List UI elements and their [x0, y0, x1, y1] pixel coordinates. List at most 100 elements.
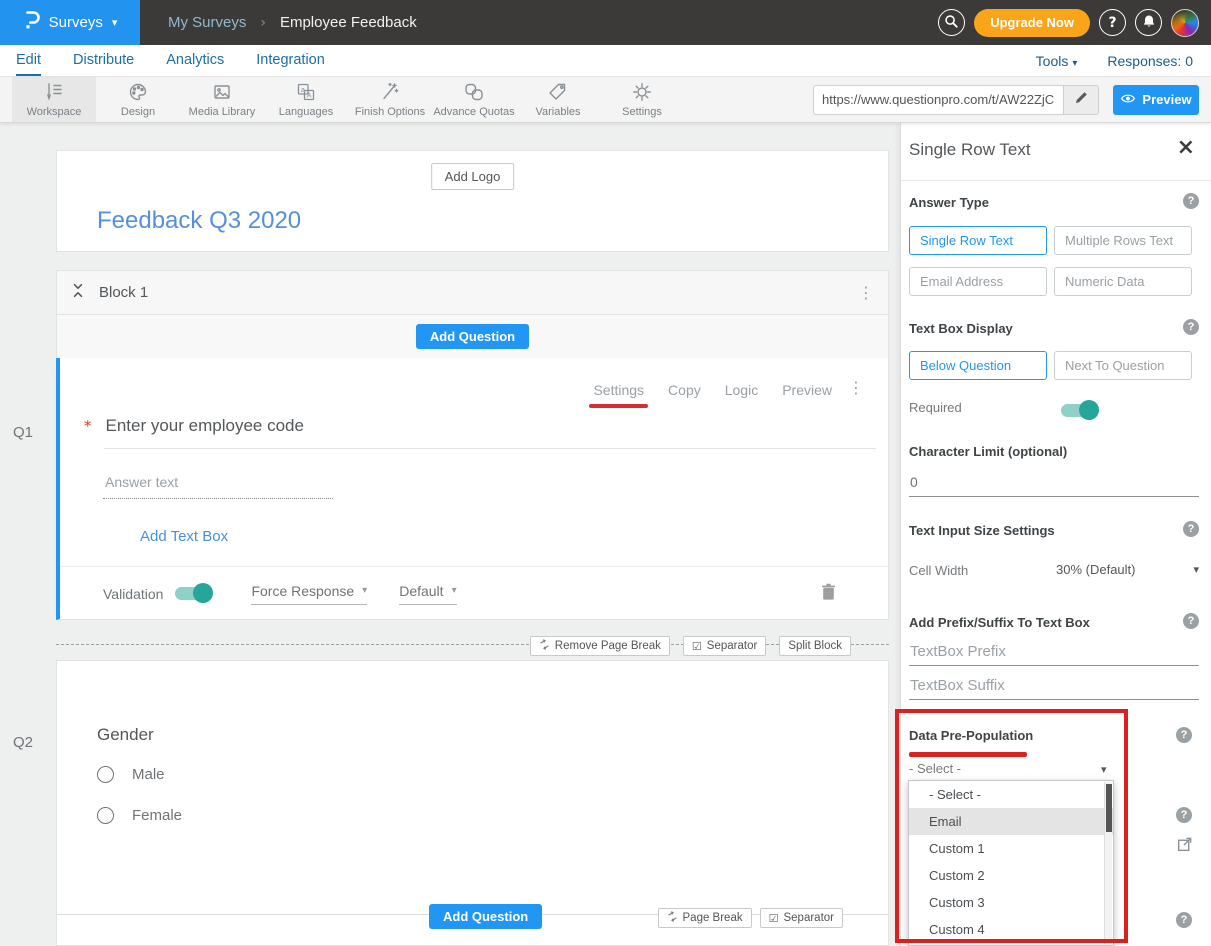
remove-page-break-button[interactable]: Remove Page Break [530, 636, 670, 656]
preview-button[interactable]: Preview [1113, 85, 1199, 115]
tab-question-settings[interactable]: Settings [593, 382, 644, 398]
toolbar-item-advance-quotas[interactable]: Advance Quotas [432, 77, 516, 122]
add-logo-button[interactable]: Add Logo [431, 163, 515, 190]
question-menu-icon[interactable]: ⋮ [848, 380, 864, 396]
validation-toggle[interactable] [175, 587, 211, 600]
help-icon[interactable]: ? [1176, 912, 1192, 928]
survey-nav-tabs: Edit Distribute Analytics Integration [16, 45, 325, 76]
textbox-prefix-input[interactable] [909, 641, 1199, 666]
upgrade-now-button[interactable]: Upgrade Now [974, 9, 1090, 37]
add-question-button-top[interactable]: Add Question [416, 324, 529, 349]
tab-edit[interactable]: Edit [16, 45, 41, 76]
tab-question-copy[interactable]: Copy [668, 382, 701, 398]
prefix-suffix-label: Add Prefix/Suffix To Text Box [909, 615, 1090, 630]
svg-text:a: a [301, 87, 305, 94]
question-text-underline [104, 448, 876, 449]
separator-button-top[interactable]: ☑ Separator [683, 636, 766, 656]
option-single-row-text[interactable]: Single Row Text [909, 226, 1047, 255]
toolbar-item-finish-options[interactable]: Finish Options [348, 77, 432, 122]
search-button[interactable] [938, 9, 965, 36]
product-switcher[interactable]: Surveys ▾ [0, 0, 140, 45]
split-block-button[interactable]: Split Block [779, 636, 851, 656]
user-avatar[interactable] [1171, 9, 1199, 37]
dropdown-option-select[interactable]: - Select - [909, 781, 1113, 808]
dropdown-option-custom1[interactable]: Custom 1 [909, 835, 1113, 862]
top-bar: Surveys ▾ My Surveys › Employee Feedback… [0, 0, 1211, 45]
answer-text-input[interactable] [103, 474, 333, 499]
survey-url-input[interactable] [813, 85, 1063, 115]
data-pre-population-dropdown: - Select - Email Custom 1 Custom 2 Custo… [908, 780, 1114, 946]
breadcrumb-my-surveys[interactable]: My Surveys [168, 14, 246, 31]
dropdown-option-custom3[interactable]: Custom 3 [909, 889, 1113, 916]
chevron-down-icon[interactable]: ▾ [1101, 763, 1107, 776]
pencil-icon [1075, 91, 1088, 109]
required-toggle[interactable] [1061, 404, 1097, 417]
help-icon[interactable]: ? [1183, 613, 1199, 629]
page-break-button[interactable]: Page Break [658, 908, 752, 928]
responses-count[interactable]: Responses: 0 [1107, 53, 1193, 69]
toolbar-item-design[interactable]: Design [96, 77, 180, 122]
help-icon[interactable]: ? [1183, 319, 1199, 335]
notifications-button[interactable] [1135, 9, 1162, 36]
toolbar-item-variables[interactable]: Variables [516, 77, 600, 122]
option-below-question[interactable]: Below Question [909, 351, 1047, 380]
breadcrumb: My Surveys › Employee Feedback [168, 14, 417, 31]
text-input-size-label: Text Input Size Settings [909, 523, 1055, 538]
data-pre-population-select[interactable]: - Select - [909, 761, 961, 776]
help-icon[interactable]: ? [1176, 727, 1192, 743]
help-icon[interactable]: ? [1176, 807, 1192, 823]
delete-question-icon[interactable] [821, 583, 836, 605]
translate-icon: aA [295, 81, 317, 103]
required-label: Required [909, 400, 962, 415]
page-break-row: Remove Page Break ☑ Separator Split Bloc… [56, 636, 889, 654]
tab-question-preview[interactable]: Preview [782, 382, 832, 398]
collapse-block-icon[interactable] [71, 282, 85, 304]
toolbar-item-workspace[interactable]: Workspace [12, 77, 96, 122]
tab-question-logic[interactable]: Logic [725, 382, 758, 398]
cell-width-value[interactable]: 30% (Default) [1056, 562, 1135, 577]
tab-analytics[interactable]: Analytics [166, 45, 224, 76]
page-break-controls: Remove Page Break ☑ Separator Split Bloc… [530, 636, 851, 656]
radio-button-icon[interactable] [97, 807, 114, 824]
help-icon[interactable]: ? [1183, 193, 1199, 209]
tools-menu[interactable]: Tools▾ [1036, 53, 1078, 69]
dropdown-scrollbar[interactable] [1104, 782, 1112, 944]
add-text-box-link[interactable]: Add Text Box [140, 528, 228, 545]
toolbar-item-settings[interactable]: Settings [600, 77, 684, 122]
dropdown-option-custom2[interactable]: Custom 2 [909, 862, 1113, 889]
question-text-q2[interactable]: Gender [97, 725, 154, 745]
force-response-select[interactable]: Force Response ▾ [251, 583, 367, 605]
external-link-icon[interactable] [1176, 836, 1193, 858]
option-multiple-rows-text[interactable]: Multiple Rows Text [1054, 226, 1192, 255]
validation-default-select[interactable]: Default ▾ [399, 583, 456, 605]
page-break-icon [539, 639, 550, 653]
block-menu-icon[interactable]: ⋮ [858, 285, 874, 301]
separator-button-bottom[interactable]: ☑ Separator [760, 908, 843, 928]
chevron-down-icon[interactable]: ▾ [1193, 563, 1199, 576]
block-title[interactable]: Block 1 [99, 284, 148, 301]
help-button[interactable]: ? [1099, 9, 1126, 36]
toolbar-item-media-library[interactable]: Media Library [180, 77, 264, 122]
toolbar-item-languages[interactable]: aA Languages [264, 77, 348, 122]
edit-url-button[interactable] [1063, 85, 1099, 115]
dropdown-option-custom4[interactable]: Custom 4 [909, 916, 1113, 943]
add-question-button-bottom[interactable]: Add Question [429, 904, 542, 929]
character-limit-input[interactable] [909, 472, 1199, 497]
option-email-address[interactable]: Email Address [909, 267, 1047, 296]
tab-integration[interactable]: Integration [256, 45, 325, 76]
cell-width-label: Cell Width [909, 563, 968, 578]
dropdown-option-email[interactable]: Email [909, 808, 1113, 835]
textbox-suffix-input[interactable] [909, 675, 1199, 700]
option-next-to-question[interactable]: Next To Question [1054, 351, 1192, 380]
tab-distribute[interactable]: Distribute [73, 45, 134, 76]
survey-nav: Edit Distribute Analytics Integration To… [0, 45, 1211, 77]
survey-title[interactable]: Feedback Q3 2020 [97, 207, 301, 235]
tag-icon [547, 81, 569, 103]
option-numeric-data[interactable]: Numeric Data [1054, 267, 1192, 296]
question-text-q1[interactable]: Enter your employee code [106, 416, 304, 436]
radio-button-icon[interactable] [97, 766, 114, 783]
scrollbar-thumb[interactable] [1106, 784, 1112, 832]
close-icon[interactable]: × [1177, 137, 1195, 159]
panel-divider [901, 180, 1211, 181]
help-icon[interactable]: ? [1183, 521, 1199, 537]
